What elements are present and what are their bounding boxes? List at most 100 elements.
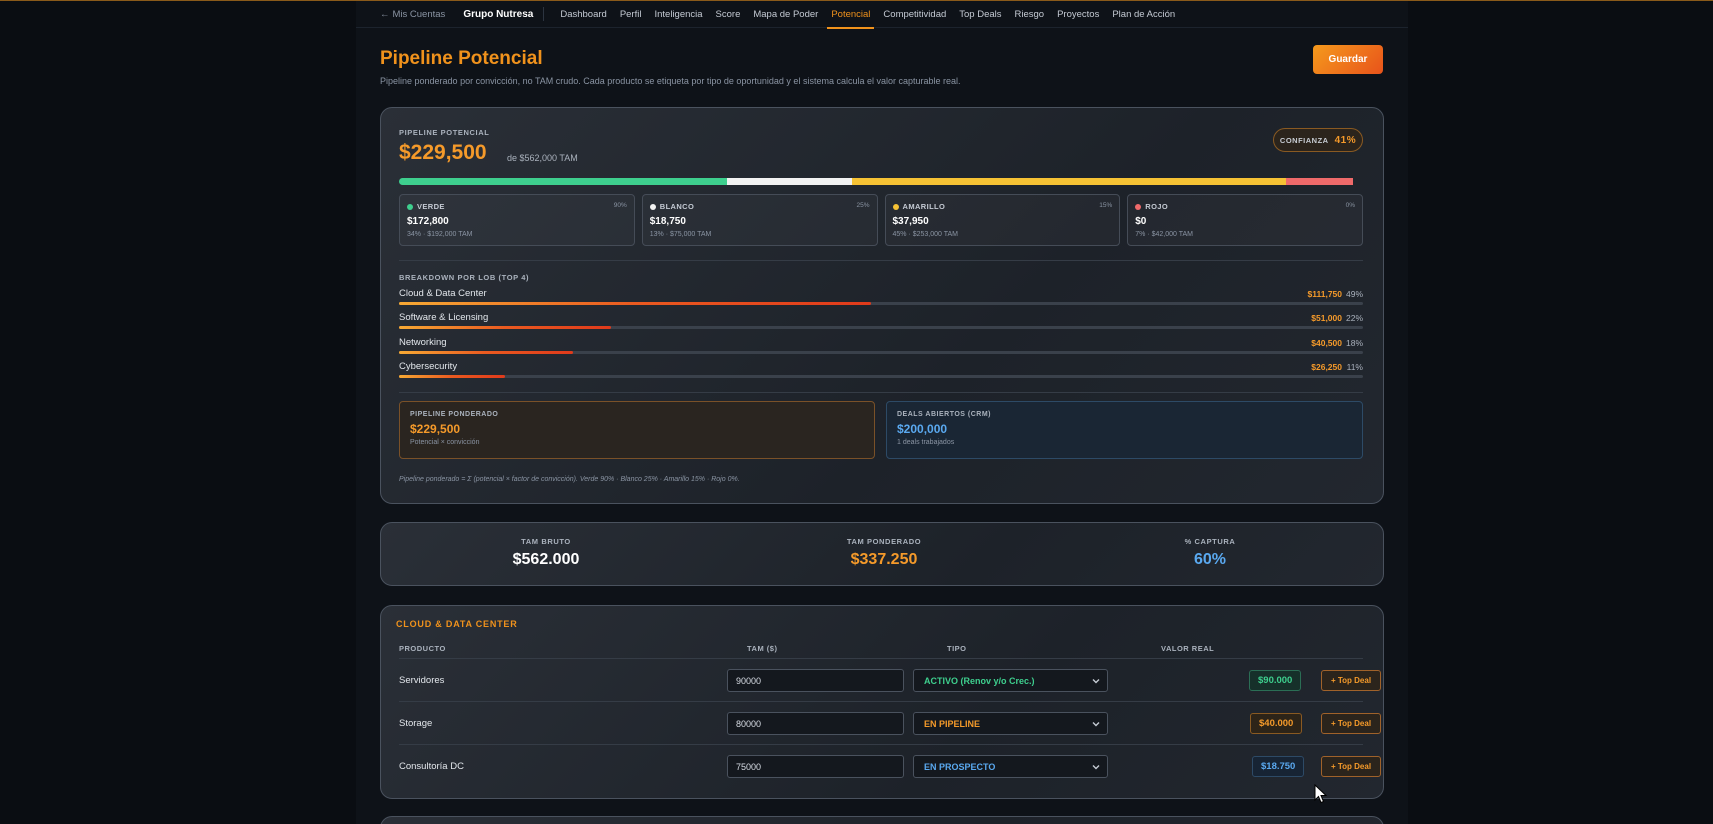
lob-amount: $40,500: [1311, 338, 1342, 348]
page-title: Pipeline Potencial: [380, 48, 543, 69]
lob-name: Cloud & Data Center: [399, 288, 487, 299]
tipo-select[interactable]: EN PIPELINE: [913, 712, 1108, 735]
lob-fill: [399, 326, 612, 329]
segment-name: VERDE: [417, 202, 445, 211]
kpi-value: $562.000: [512, 551, 580, 568]
segment-sub: 34% · $192,000 TAM: [407, 231, 473, 238]
tipo-select[interactable]: EN PROSPECTO: [913, 755, 1108, 778]
kpi-label: TAM PONDERADO: [846, 537, 922, 546]
crm-deals-box: DEALS ABIERTOS (CRM) $200,000 1 deals tr…: [886, 401, 1363, 459]
chevron-down-icon: [1092, 722, 1100, 727]
tam-input[interactable]: [727, 712, 904, 735]
kpi-value: 60%: [1193, 551, 1227, 568]
page-subtitle: Pipeline ponderado por convicción, no TA…: [380, 76, 961, 86]
lob-pct: 18%: [1345, 338, 1363, 348]
lob-track: [399, 375, 1363, 378]
tab-riesgo[interactable]: Riesgo: [1015, 1, 1045, 28]
add-top-deal-button[interactable]: + Top Deal: [1321, 756, 1381, 777]
stack-seg-blanco: [726, 178, 853, 185]
lob-pct: 49%: [1345, 289, 1363, 299]
tipo-value: EN PROSPECTO: [924, 761, 996, 772]
column-header: TAM ($): [747, 644, 778, 653]
column-header: PRODUCTO: [399, 644, 446, 653]
back-link[interactable]: ← Mis Cuentas: [380, 9, 445, 20]
lob-fill: [399, 351, 573, 354]
tipo-value: EN PIPELINE: [924, 718, 981, 729]
segment-value: $172,800: [407, 216, 449, 227]
segment-sub: 45% · $253,000 TAM: [892, 231, 959, 238]
tab-top-deals[interactable]: Top Deals: [959, 1, 1001, 28]
product-name: Consultoría DC: [399, 761, 464, 772]
lob-row: Networking $40,500 18%: [399, 337, 1363, 359]
tab-inteligencia[interactable]: Inteligencia: [654, 1, 702, 28]
segment-pct: 15%: [1099, 202, 1113, 209]
confidence-value: 41%: [1334, 134, 1357, 146]
chevron-down-icon: [1092, 679, 1100, 684]
add-top-deal-button[interactable]: + Top Deal: [1321, 670, 1381, 691]
add-top-deal-button[interactable]: + Top Deal: [1321, 713, 1381, 734]
segment-pct: 25%: [856, 202, 870, 209]
kpi-value: $337.250: [850, 551, 918, 568]
back-label: Mis Cuentas: [392, 8, 446, 20]
lob-amount: $51,000: [1311, 313, 1342, 323]
kpi-tam-ponderado: TAM PONDERADO $337.250: [784, 537, 984, 569]
pipeline-value: $229,500: [399, 141, 487, 164]
tam-input[interactable]: [727, 669, 904, 692]
tab-potencial[interactable]: Potencial: [827, 1, 875, 29]
weighted-label: PIPELINE PONDERADO: [410, 411, 499, 418]
segment-sub: 7% · $42,000 TAM: [1135, 231, 1193, 238]
stack-seg-amarillo: [852, 178, 1286, 185]
lob-amount: $26,250: [1311, 362, 1342, 372]
product-name: Servidores: [399, 675, 445, 686]
table-row: Consultoría DC EN PROSPECTO $18.750 + To…: [399, 744, 1381, 787]
lob-amount: $111,750: [1307, 289, 1342, 299]
lob-row: Software & Licensing $51,000 22%: [399, 312, 1363, 334]
segment-value: $0: [1135, 216, 1147, 227]
segment-value: $37,950: [892, 216, 929, 227]
tab-competitividad[interactable]: Competitividad: [883, 1, 946, 28]
kpi-captura: % CAPTURA 60%: [1110, 537, 1310, 569]
tab-dashboard[interactable]: Dashboard: [560, 1, 606, 28]
save-button[interactable]: Guardar: [1313, 45, 1383, 74]
segment-stack-bar: [399, 178, 1363, 185]
stack-seg-verde: [399, 178, 727, 185]
tab-mapa-de-poder[interactable]: Mapa de Poder: [753, 1, 818, 28]
confidence-badge: CONFIANZA 41%: [1273, 128, 1363, 152]
chevron-down-icon: [1092, 765, 1100, 770]
segment-card-amarillo: AMARILLO 15% $37,950 45% · $253,000 TAM: [884, 194, 1121, 246]
section-title: CLOUD & DATA CENTER: [396, 619, 518, 629]
product-name: Storage: [399, 718, 433, 729]
tab-perfil[interactable]: Perfil: [620, 1, 642, 28]
valor-real-badge: $18.750: [1252, 756, 1305, 777]
arrow-left-icon: ←: [380, 8, 390, 20]
lob-pct: 11%: [1346, 362, 1363, 372]
top-nav: ← Mis Cuentas Grupo Nutresa Dashboard Pe…: [356, 1, 1408, 29]
pipeline-label: PIPELINE POTENCIAL: [399, 128, 490, 137]
segment-cards: VERDE 90% $172,800 34% · $192,000 TAM BL…: [399, 194, 1363, 246]
account-brand: Grupo Nutresa: [463, 8, 534, 20]
lob-section-card: CLOUD & DATA CENTER PRODUCTO TAM ($) TIP…: [380, 605, 1384, 799]
segment-name: ROJO: [1145, 202, 1169, 211]
column-header: TIPO: [947, 644, 967, 653]
lob-track: [399, 302, 1363, 305]
lob-row: Cybersecurity $26,250 11%: [399, 361, 1363, 383]
dot-icon: [649, 203, 656, 210]
segment-value: $18,750: [649, 216, 686, 227]
lob-name: Software & Licensing: [399, 312, 489, 323]
dot-icon: [892, 203, 899, 210]
tab-score[interactable]: Score: [716, 1, 741, 28]
pipeline-summary-card: PIPELINE POTENCIAL $229,500 de $562,000 …: [380, 107, 1384, 504]
page: ← Mis Cuentas Grupo Nutresa Dashboard Pe…: [356, 1, 1408, 824]
weighted-value: $229,500: [410, 422, 461, 436]
next-section-card: [380, 816, 1384, 824]
table-row: Storage EN PIPELINE $40.000 + Top Deal: [399, 701, 1381, 744]
tipo-value: ACTIVO (Renov y/o Crec.): [924, 675, 1035, 686]
nav-separator: [543, 7, 545, 21]
tipo-select[interactable]: ACTIVO (Renov y/o Crec.): [913, 669, 1108, 692]
tab-proyectos[interactable]: Proyectos: [1057, 1, 1099, 28]
kpi-label: TAM BRUTO: [521, 537, 571, 546]
valor-real-badge: $90.000: [1249, 670, 1302, 691]
tam-input[interactable]: [727, 755, 904, 778]
lob-pct: 22%: [1345, 313, 1363, 323]
tab-plan-de-accion[interactable]: Plan de Acción: [1112, 1, 1175, 28]
